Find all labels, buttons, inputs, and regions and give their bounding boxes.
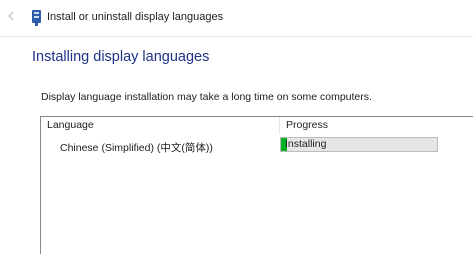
install-progress-bar: Installing [280, 137, 438, 152]
install-progress-status: Installing [285, 138, 327, 150]
page-heading: Installing display languages [32, 49, 210, 65]
language-install-window: Install or uninstall display languages I… [0, 0, 473, 254]
window-title: Install or uninstall display languages [47, 11, 224, 23]
page-description: Display language installation may take a… [41, 91, 372, 103]
column-header-language[interactable]: Language [47, 117, 94, 134]
language-progress-list[interactable]: Language Progress Chinese (Simplified) (… [40, 116, 473, 254]
language-settings-icon [31, 8, 43, 27]
title-bar: Install or uninstall display languages [0, 0, 473, 37]
column-header-progress[interactable]: Progress [286, 117, 328, 134]
row-language-name: Chinese (Simplified) (中文(简体)) [60, 142, 213, 154]
column-divider[interactable] [279, 117, 280, 134]
back-arrow-icon[interactable] [4, 9, 18, 23]
